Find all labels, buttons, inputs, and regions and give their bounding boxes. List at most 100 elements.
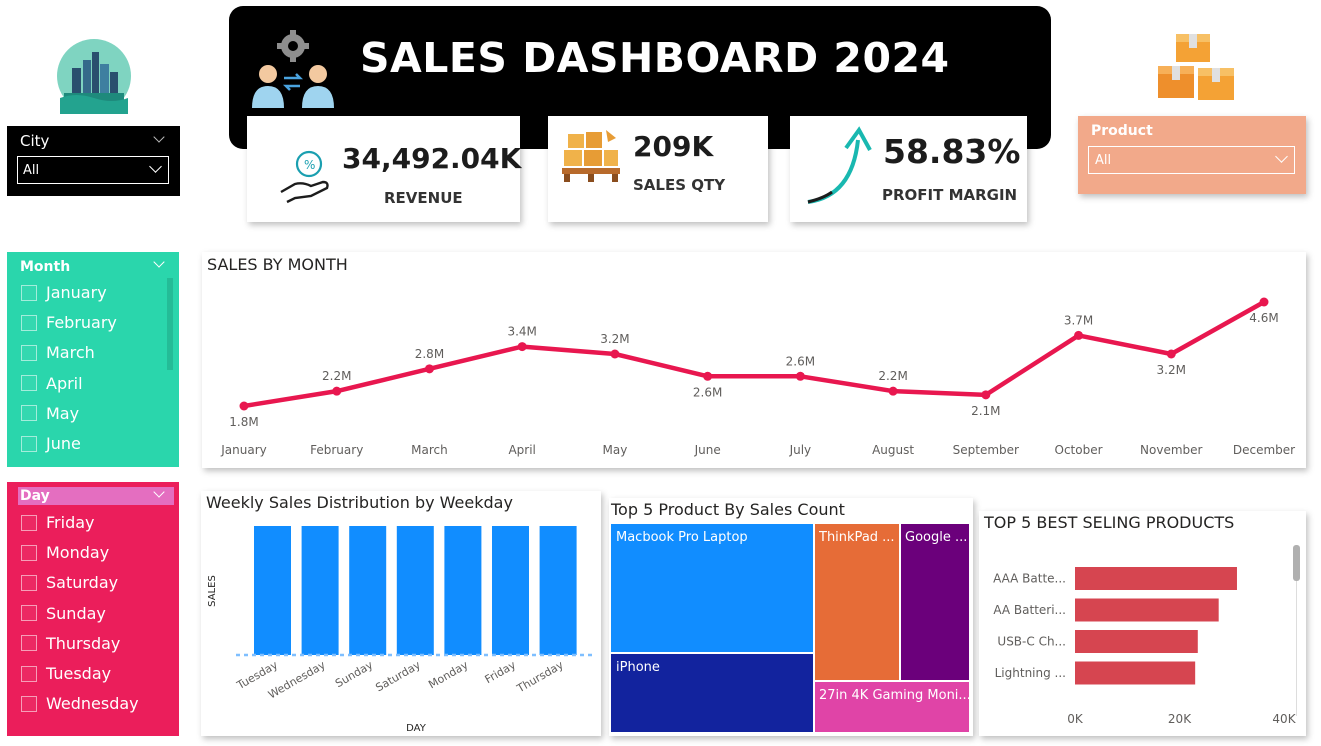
month-axis-label: March <box>411 443 448 457</box>
weekday-bar-wednesday[interactable] <box>301 526 339 655</box>
sales-point-january[interactable] <box>239 401 249 411</box>
sales-point-may[interactable] <box>610 349 620 359</box>
day-item-monday[interactable]: Monday <box>21 543 109 562</box>
treemap-label: ThinkPad ... <box>819 530 895 545</box>
day-checkbox[interactable] <box>21 514 37 531</box>
month-axis-label: August <box>872 443 914 457</box>
month-item-february[interactable]: February <box>21 313 117 332</box>
sales-data-label: 2.6M <box>693 385 722 399</box>
sales-point-september[interactable] <box>981 390 991 400</box>
kpi-profit-margin-value: 58.83% <box>883 132 1021 171</box>
sales-data-label: 3.2M <box>600 332 629 346</box>
sales-point-june[interactable] <box>703 371 713 381</box>
sales-point-august[interactable] <box>888 386 898 396</box>
month-axis-label: July <box>789 443 812 457</box>
month-item-march[interactable]: March <box>21 343 95 362</box>
day-checkbox[interactable] <box>21 574 37 591</box>
top5-product-treemap: Top 5 Product By Sales Count Macbook Pro… <box>609 498 973 736</box>
month-item-may[interactable]: May <box>21 404 79 423</box>
best-selling-plot: AAA Batte... AA Batteri... USB-C Ch... Ligh… <box>993 567 1297 726</box>
day-item-thursday[interactable]: Thursday <box>21 634 120 653</box>
day-item-sunday[interactable]: Sunday <box>21 604 106 623</box>
weekday-axis-label: Sunday <box>333 658 376 690</box>
chevron-down-icon[interactable] <box>153 256 165 268</box>
month-item-april[interactable]: April <box>21 374 83 393</box>
weekday-bar-saturday[interactable] <box>396 526 434 655</box>
day-item-friday[interactable]: Friday <box>21 513 95 532</box>
month-item-june[interactable]: June <box>21 434 81 453</box>
day-item-saturday[interactable]: Saturday <box>21 573 118 592</box>
treemap-tile-thinkpad[interactable]: ThinkPad ... <box>815 524 899 680</box>
team-exchange-icon <box>250 28 336 110</box>
city-dropdown[interactable]: All <box>17 156 169 184</box>
treemap-label: iPhone <box>616 660 660 675</box>
sales-point-october[interactable] <box>1074 330 1084 340</box>
day-checkbox[interactable] <box>21 605 37 622</box>
sales-data-label: 3.2M <box>1157 363 1186 377</box>
sales-point-february[interactable] <box>332 386 342 396</box>
month-checkbox[interactable] <box>21 284 37 301</box>
treemap-tile-monitor[interactable]: 27in 4K Gaming Moni... <box>815 682 969 732</box>
treemap-tile-macbook[interactable]: Macbook Pro Laptop <box>611 524 813 652</box>
page-title: SALES DASHBOARD 2024 <box>360 34 950 82</box>
month-slicer-scrollbar[interactable] <box>167 278 173 370</box>
sales-point-july[interactable] <box>795 371 805 381</box>
day-item-label: Tuesday <box>46 664 112 683</box>
boxes-pallet-icon <box>562 130 620 182</box>
month-item-label: January <box>46 283 107 302</box>
day-item-label: Friday <box>46 513 95 532</box>
chevron-down-icon <box>1275 150 1288 163</box>
weekday-axis-label: Thursday <box>514 658 566 696</box>
treemap-tile-google[interactable]: Google ... <box>901 524 969 680</box>
day-slicer: Day Friday Monday Saturday Sunday Thursday Tu… <box>7 482 179 736</box>
month-axis-label: October <box>1055 443 1103 457</box>
treemap-label: Macbook Pro Laptop <box>616 530 748 545</box>
day-checkbox[interactable] <box>21 635 37 652</box>
kpi-sales-qty-value: 209K <box>633 130 714 163</box>
day-item-label: Thursday <box>46 633 121 653</box>
month-axis-label: December <box>1233 443 1295 457</box>
weekday-bar-thursday[interactable] <box>539 526 577 655</box>
weekday-axis-label: Monday <box>426 658 471 691</box>
month-checkbox[interactable] <box>21 405 37 422</box>
sales-point-march[interactable] <box>424 364 434 374</box>
weekday-bar-monday[interactable] <box>444 526 482 655</box>
month-axis-label: February <box>310 443 363 457</box>
chevron-down-icon[interactable] <box>153 131 165 143</box>
sales-point-december[interactable] <box>1259 297 1269 307</box>
month-checkbox[interactable] <box>21 314 37 331</box>
treemap-tile-iphone[interactable]: iPhone <box>611 654 813 732</box>
day-checkbox[interactable] <box>21 665 37 682</box>
month-slicer-title: Month <box>20 259 71 275</box>
weekday-bar-tuesday[interactable] <box>254 526 291 655</box>
best-selling-bar[interactable] <box>1075 567 1237 590</box>
chevron-down-icon <box>149 160 162 173</box>
weekday-bar-friday[interactable] <box>492 526 529 655</box>
product-dropdown[interactable]: All <box>1088 146 1295 174</box>
kpi-profit-margin-label: PROFIT MARGIN <box>882 186 1018 204</box>
sales-data-label: 2.2M <box>322 369 351 383</box>
best-selling-bar[interactable] <box>1075 598 1219 622</box>
weekday-bar-sunday[interactable] <box>349 526 387 655</box>
day-item-wednesday[interactable]: Wednesday <box>21 694 139 713</box>
day-item-tuesday[interactable]: Tuesday <box>21 664 111 683</box>
best-selling-tick-label: 20K <box>1168 712 1192 726</box>
best-selling-bar[interactable] <box>1075 630 1198 653</box>
sales-point-november[interactable] <box>1166 349 1176 359</box>
kpi-revenue-card: % 34,492.04K REVENUE <box>247 116 521 222</box>
best-selling-bar[interactable] <box>1075 661 1196 685</box>
month-checkbox[interactable] <box>21 344 37 361</box>
growth-arrow-icon <box>807 126 872 204</box>
day-checkbox[interactable] <box>21 544 37 561</box>
sales-by-month-plot: 1.8M January 2.2M February 2.8M March 3.4M Apri… <box>220 297 1295 457</box>
day-checkbox[interactable] <box>21 695 37 712</box>
month-checkbox[interactable] <box>21 375 37 392</box>
day-item-label: Saturday <box>46 573 119 593</box>
month-item-label: April <box>46 373 83 393</box>
city-skyline-icon <box>57 39 131 114</box>
month-checkbox[interactable] <box>21 435 37 452</box>
sales-point-april[interactable] <box>517 342 527 352</box>
month-item-january[interactable]: January <box>21 283 107 302</box>
month-axis-label: November <box>1140 443 1202 457</box>
month-axis-label: September <box>953 443 1019 457</box>
